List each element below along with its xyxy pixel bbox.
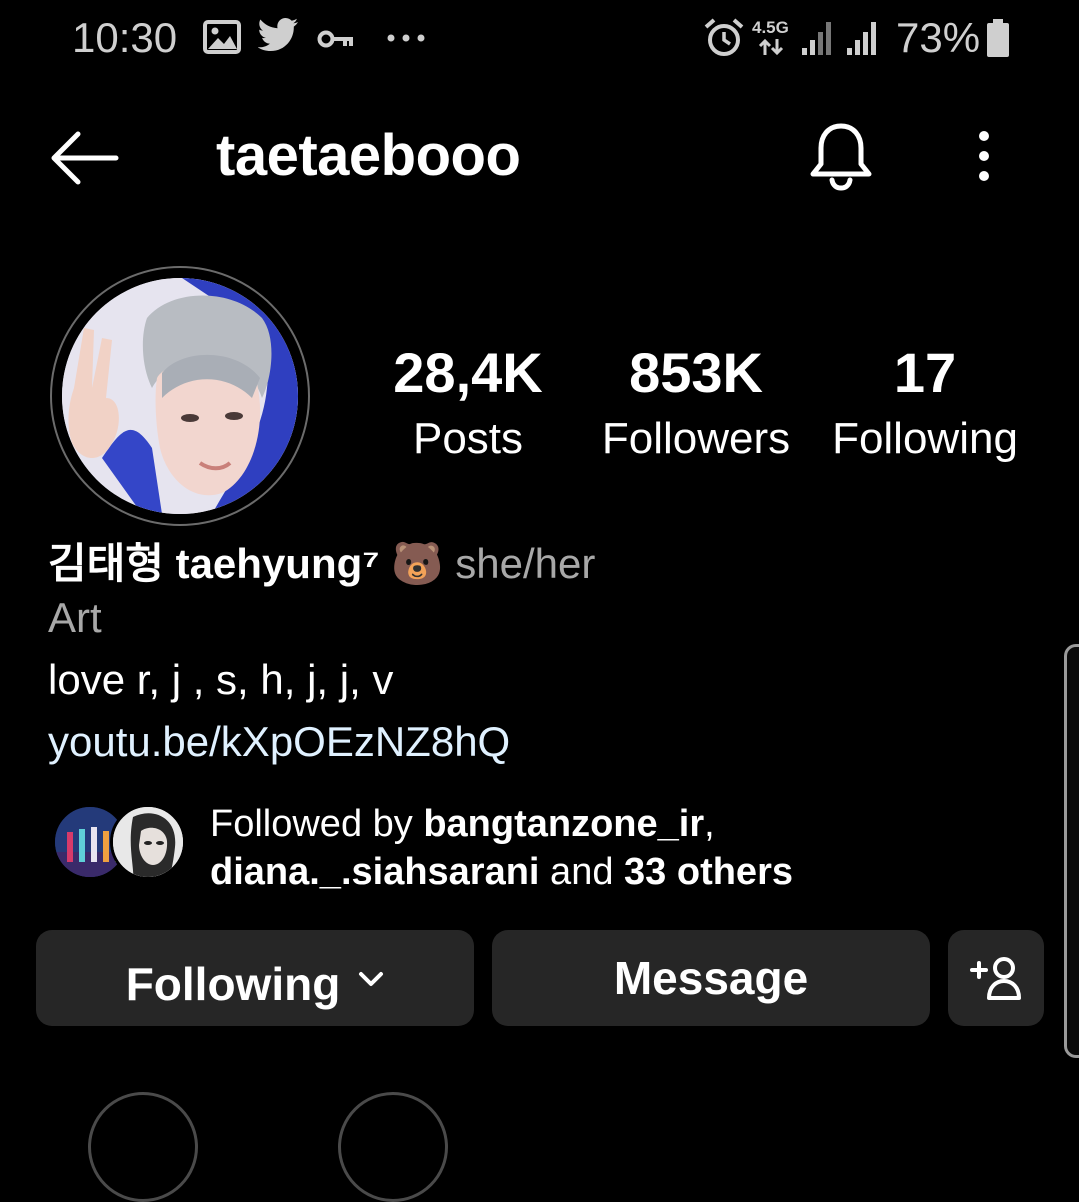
network-type: 4.5G <box>752 18 789 37</box>
chevron-down-icon <box>359 972 384 986</box>
key-icon <box>317 30 353 48</box>
edge-panel-handle[interactable] <box>1064 644 1079 1058</box>
data-arrows-icon <box>758 38 784 56</box>
battery-percent: 73% <box>896 14 981 61</box>
status-time: 10:30 <box>72 14 178 61</box>
followers-label[interactable]: Followers <box>576 414 816 464</box>
followed-by-user-2[interactable]: diana._.siahsarani <box>210 851 540 893</box>
followed-by-text[interactable]: Followed by bangtanzone_ir, diana._.siah… <box>210 800 970 896</box>
add-person-icon <box>970 957 1021 1000</box>
following-count[interactable]: 17 <box>805 340 1045 405</box>
signal-icon-2 <box>847 22 876 55</box>
following-button[interactable]: Following <box>36 930 474 1026</box>
followed-by-comma: , <box>704 803 715 845</box>
twitter-icon <box>258 18 298 51</box>
profile-display-name: 김태형 taehyung⁷ <box>48 540 380 587</box>
followed-by-others[interactable]: 33 others <box>624 851 793 893</box>
following-button-label: Following <box>125 958 341 1010</box>
story-highlight-2[interactable] <box>338 1092 448 1202</box>
profile-pronouns: she/her <box>455 540 596 587</box>
message-button-label: Message <box>613 952 809 1004</box>
posts-count[interactable]: 28,4K <box>348 340 588 405</box>
battery-icon <box>987 19 1009 57</box>
suggest-people-button[interactable] <box>948 930 1044 1026</box>
followed-by-and: and <box>539 851 625 893</box>
story-highlight-1[interactable] <box>88 1092 198 1202</box>
more-options-icon[interactable] <box>966 128 1002 184</box>
profile-username: taetaebooo <box>216 123 521 188</box>
posts-label[interactable]: Posts <box>348 414 588 464</box>
profile-avatar[interactable] <box>62 278 298 514</box>
back-arrow-icon[interactable] <box>48 126 120 190</box>
notifications-bell-icon[interactable] <box>806 120 876 192</box>
profile-link[interactable]: youtu.be/kXpOEzNZ8hQ <box>48 718 510 766</box>
status-bar: 10:30 4.5G 73% <box>0 0 1079 78</box>
followed-by-prefix: Followed by <box>210 803 424 845</box>
profile-bio: love r, j , s, h, j, j, v <box>48 656 394 703</box>
message-button[interactable]: Message <box>492 930 930 1026</box>
followers-count[interactable]: 853K <box>576 340 816 405</box>
profile-category: Art <box>48 594 102 641</box>
gallery-icon <box>203 20 241 54</box>
following-label[interactable]: Following <box>805 414 1045 464</box>
follower-avatar-2[interactable] <box>110 804 186 880</box>
alarm-icon <box>704 18 744 56</box>
signal-icon <box>802 22 831 55</box>
profile-name-line: 김태형 taehyung⁷ 🐻 she/her <box>48 530 595 591</box>
more-dots-icon <box>387 34 425 42</box>
followed-by-user-1[interactable]: bangtanzone_ir <box>423 803 704 845</box>
bear-emoji: 🐻 <box>391 540 444 587</box>
